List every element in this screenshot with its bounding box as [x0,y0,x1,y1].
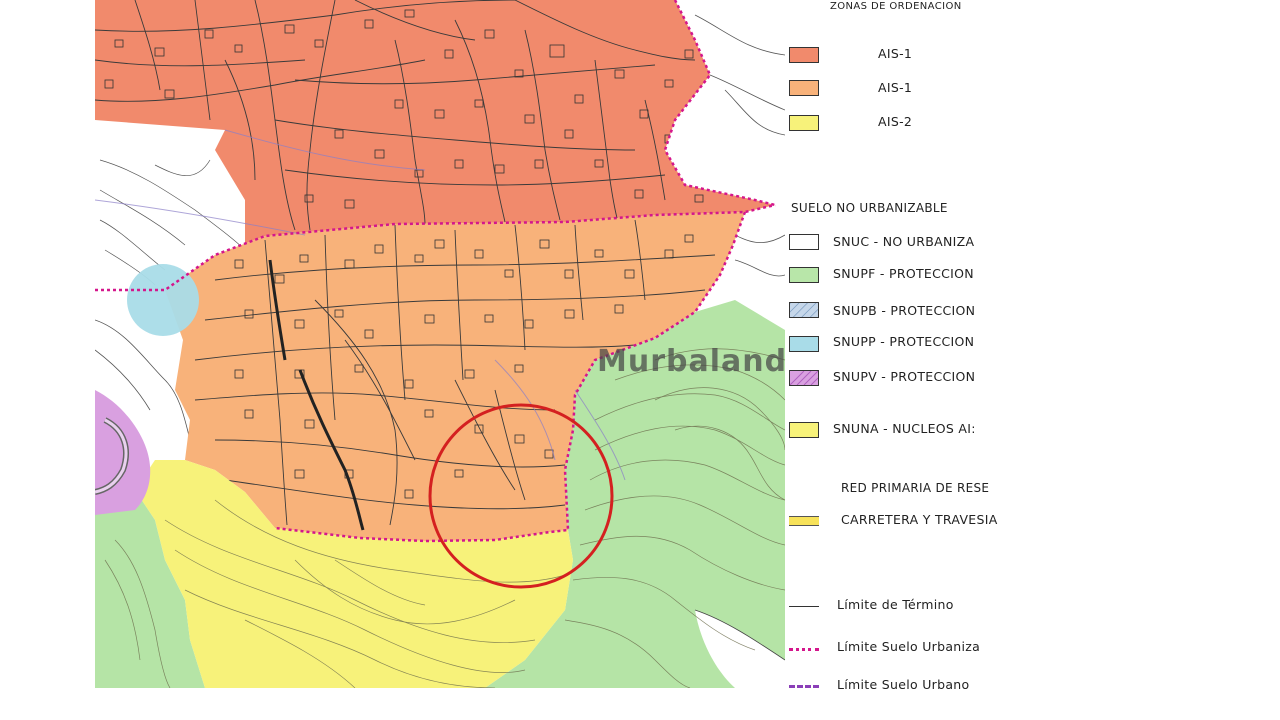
line-limite-urbano [789,685,819,688]
swatch-snupb [789,302,819,318]
swatch-ais1-dark [789,47,819,63]
line-limite-termino [789,606,819,607]
swatch-snupv [789,370,819,386]
swatch-snupp [789,336,819,352]
swatch-snupf [789,267,819,283]
label-ais1-light: AIS-1 [878,80,913,95]
zoning-map[interactable]: Murbalands ® [95,0,785,688]
map-legend: ZONAS DE ORDENACION AIS-1 AIS-1 AIS-2 SU… [785,0,1005,690]
network-title: RED PRIMARIA DE RESE [841,481,990,495]
label-snupv: SNUPV - PROTECCION [833,369,976,384]
label-ais1-dark: AIS-1 [878,46,913,61]
label-ais2: AIS-2 [878,114,913,129]
label-snupb: SNUPB - PROTECCION [833,303,976,318]
swatch-ais2 [789,115,819,131]
label-snuna: SNUNA - NUCLEOS AI: [833,421,976,436]
label-road: CARRETERA Y TRAVESIA [841,512,998,527]
zones-title: ZONAS DE ORDENACION [830,1,962,12]
line-limite-urbanizable [789,648,819,651]
nonurban-title: SUELO NO URBANIZABLE [791,201,948,215]
watermark: Murbalands ® [597,344,785,379]
road-sample [789,516,819,526]
label-snuc: SNUC - NO URBANIZA [833,234,975,249]
swatch-snuna [789,422,819,438]
zone-purple-area [95,390,151,515]
label-snupp: SNUPP - PROTECCION [833,334,975,349]
label-limite-urbano: Límite Suelo Urbano [837,677,970,690]
label-limite-urbanizable: Límite Suelo Urbaniza [837,639,981,654]
swatch-snuc [789,234,819,250]
swatch-ais1-light [789,80,819,96]
label-snupf: SNUPF - PROTECCION [833,266,974,281]
label-limite-termino: Límite de Término [837,597,954,612]
